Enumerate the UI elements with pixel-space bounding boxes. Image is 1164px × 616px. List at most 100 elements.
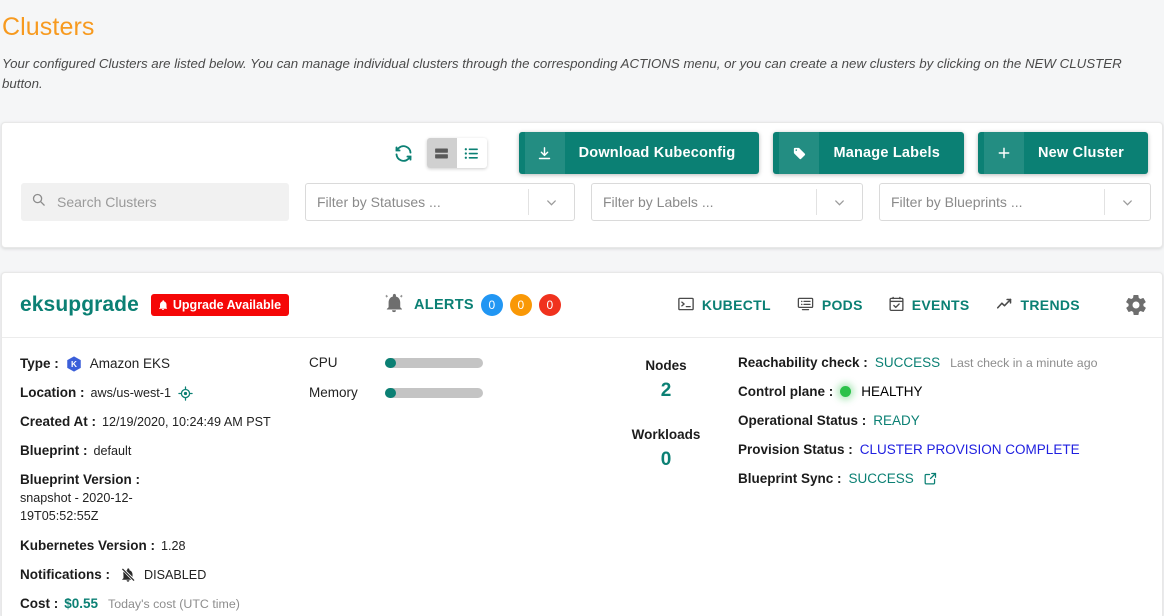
refresh-icon[interactable] xyxy=(387,136,421,170)
nav-trends[interactable]: TRENDS xyxy=(994,295,1080,316)
cluster-counts-column: Nodes 2 Workloads 0 xyxy=(602,355,730,616)
alerts-critical-count[interactable]: 0 xyxy=(538,294,561,316)
detail-blueprint: Blueprint : default xyxy=(20,442,302,460)
detail-created-label: Created At : xyxy=(20,414,97,429)
detail-type-label: Type : xyxy=(20,356,59,371)
reachability-label: Reachability check : xyxy=(738,355,868,370)
filter-by-blueprints-select[interactable]: Filter by Blueprints ... xyxy=(879,183,1151,221)
detail-cost-note: Today's cost (UTC time) xyxy=(108,597,240,611)
detail-type: Type : K Amazon EKS xyxy=(20,355,302,373)
filter-by-labels-select[interactable]: Filter by Labels ... xyxy=(591,183,863,221)
list-view-icon[interactable] xyxy=(457,138,487,168)
gear-icon[interactable] xyxy=(1124,293,1148,317)
status-control-plane: Control plane : HEALTHY xyxy=(738,384,1162,399)
detail-blueprint-value: default xyxy=(93,444,132,458)
control-plane-label: Control plane : xyxy=(738,384,834,399)
cpu-usage-bar xyxy=(385,357,483,368)
nav-pods[interactable]: PODS xyxy=(795,295,863,316)
new-cluster-label: New Cluster xyxy=(1038,145,1124,161)
detail-k8s-label: Kubernetes Version : xyxy=(20,538,156,553)
blueprint-sync-value: SUCCESS xyxy=(848,471,914,486)
reachability-note: Last check in a minute ago xyxy=(950,355,1098,370)
cpu-metric: CPU xyxy=(309,355,602,370)
detail-created-value: 12/19/2020, 10:24:49 AM PST xyxy=(102,415,271,429)
chevron-down-icon xyxy=(1104,189,1150,215)
filters-row: Filter by Statuses ... Filter by Labels … xyxy=(2,183,1162,221)
status-provision: Provision Status : CLUSTER PROVISION COM… xyxy=(738,442,1162,457)
upgrade-available-badge[interactable]: Upgrade Available xyxy=(150,294,290,316)
page-title: Clusters xyxy=(2,13,95,41)
detail-blueprint-label: Blueprint : xyxy=(20,443,88,458)
detail-type-value: Amazon EKS xyxy=(89,356,171,371)
cluster-header: eksupgrade Upgrade Available ALERTS 0 0 … xyxy=(2,273,1162,338)
eks-hexagon-icon: K xyxy=(65,355,83,373)
filter-labels-label: Filter by Labels ... xyxy=(603,194,714,210)
detail-blueprint-version-value: snapshot - 2020-12-19T05:52:55Z xyxy=(20,491,133,523)
nav-pods-label: PODS xyxy=(821,297,863,313)
view-mode-toggle[interactable] xyxy=(426,138,487,168)
alerts-warning-count[interactable]: 0 xyxy=(509,294,532,316)
detail-cost: Cost : $0.55 Today's cost (UTC time) xyxy=(20,595,302,613)
detail-blueprint-version-label: Blueprint Version : xyxy=(20,472,141,487)
bell-off-icon xyxy=(120,567,136,583)
filter-statuses-label: Filter by Statuses ... xyxy=(317,194,441,210)
alerts-info-count[interactable]: 0 xyxy=(480,294,503,316)
control-plane-value: HEALTHY xyxy=(861,384,923,399)
detail-cost-label: Cost : xyxy=(20,596,59,611)
alerts-group: ALERTS 0 0 0 xyxy=(383,292,561,319)
external-link-icon[interactable] xyxy=(923,471,938,486)
cluster-details-column: Type : K Amazon EKS Location : aws/us-we… xyxy=(2,355,302,616)
nav-kubectl[interactable]: KUBECTL xyxy=(676,295,771,316)
provision-value: CLUSTER PROVISION COMPLETE xyxy=(859,442,1080,457)
search-clusters-box[interactable] xyxy=(21,183,289,221)
workloads-label: Workloads xyxy=(631,427,701,442)
detail-k8s-value: 1.28 xyxy=(161,539,186,553)
operational-label: Operational Status : xyxy=(738,413,867,428)
detail-notifications: Notifications : DISABLED xyxy=(20,566,302,584)
plus-icon xyxy=(984,132,1024,174)
cluster-status-column: Reachability check : SUCCESS Last check … xyxy=(730,355,1162,616)
toolbar-card: Download Kubeconfig Manage Labels New Cl… xyxy=(1,122,1163,248)
detail-notifications-label: Notifications : xyxy=(20,567,110,582)
blueprint-sync-label: Blueprint Sync : xyxy=(738,471,842,486)
cluster-metrics-column: CPU Memory xyxy=(302,355,602,616)
nav-events[interactable]: EVENTS xyxy=(887,295,970,316)
workloads-value[interactable]: 0 xyxy=(602,449,730,471)
cpu-label: CPU xyxy=(309,355,338,370)
manage-labels-button[interactable]: Manage Labels xyxy=(773,132,964,174)
nodes-value[interactable]: 2 xyxy=(602,380,730,402)
detail-cost-value: $0.55 xyxy=(64,596,99,611)
card-view-icon[interactable] xyxy=(426,138,457,168)
status-operational: Operational Status : READY xyxy=(738,413,1162,428)
detail-blueprint-version: Blueprint Version : snapshot - 2020-12-1… xyxy=(20,471,302,525)
nav-trends-label: TRENDS xyxy=(1020,297,1080,313)
memory-label: Memory xyxy=(309,385,358,400)
pods-icon xyxy=(795,295,816,316)
detail-created-at: Created At : 12/19/2020, 10:24:49 AM PST xyxy=(20,413,302,431)
chevron-down-icon xyxy=(816,189,862,215)
download-icon xyxy=(524,132,565,174)
reachability-value: SUCCESS xyxy=(874,355,941,370)
search-input[interactable] xyxy=(55,193,279,211)
health-status-dot xyxy=(840,386,852,397)
cluster-name[interactable]: eksupgrade xyxy=(20,293,139,317)
nav-events-label: EVENTS xyxy=(911,297,970,313)
detail-k8s-version: Kubernetes Version : 1.28 xyxy=(20,537,302,555)
manage-labels-label: Manage Labels xyxy=(833,145,940,161)
memory-usage-bar xyxy=(385,387,483,398)
chevron-down-icon xyxy=(528,189,574,215)
status-blueprint-sync: Blueprint Sync : SUCCESS xyxy=(738,471,1162,486)
provision-label: Provision Status : xyxy=(738,442,853,457)
location-target-icon xyxy=(178,385,193,401)
upgrade-badge-label: Upgrade Available xyxy=(172,298,282,312)
filter-by-statuses-select[interactable]: Filter by Statuses ... xyxy=(305,183,575,221)
clusters-page: Clusters Your configured Clusters are li… xyxy=(0,0,1164,616)
alerts-bell-icon xyxy=(383,292,405,319)
nodes-label: Nodes xyxy=(645,358,687,373)
cluster-nav: KUBECTL PODS EVENTS TRENDS xyxy=(676,295,1080,316)
search-icon xyxy=(31,192,46,212)
download-kubeconfig-label: Download Kubeconfig xyxy=(578,145,736,161)
download-kubeconfig-button[interactable]: Download Kubeconfig xyxy=(518,132,760,174)
cluster-body: Type : K Amazon EKS Location : aws/us-we… xyxy=(2,338,1162,616)
new-cluster-button[interactable]: New Cluster xyxy=(978,132,1148,174)
